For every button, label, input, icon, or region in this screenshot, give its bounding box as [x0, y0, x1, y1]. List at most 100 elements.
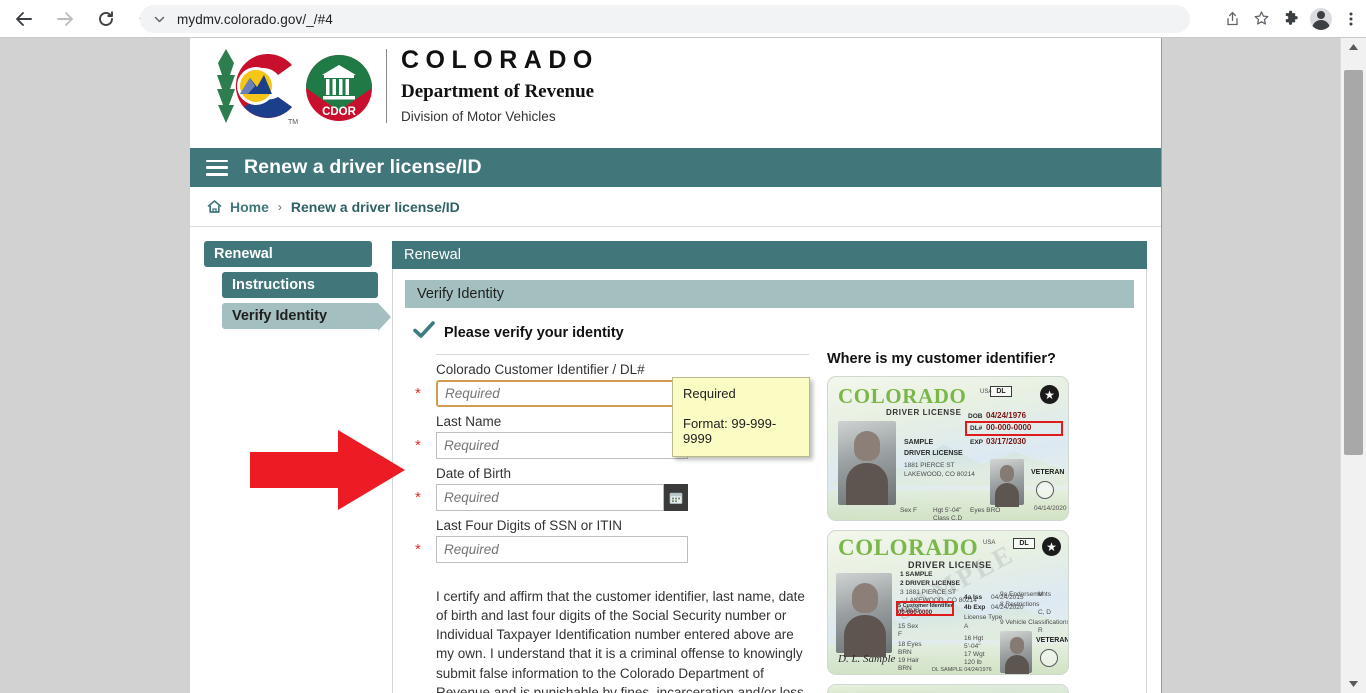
heading-rule — [436, 354, 809, 355]
required-asterisk: * — [415, 541, 421, 558]
license-type-text: DRIVER LICENSE — [908, 560, 992, 570]
license-field-17-value: 120 lb — [964, 659, 982, 666]
license-attr-class: Class C,D — [933, 515, 963, 521]
main-panel: Renewal Verify Identity Please verify yo… — [386, 241, 1161, 693]
logo-divider — [386, 49, 387, 123]
license-signature: D. L. Sample — [838, 653, 896, 665]
back-button[interactable] — [7, 2, 41, 36]
license-type-value: A — [964, 623, 969, 630]
forward-button[interactable] — [48, 2, 82, 36]
brand-state: COLORADO — [401, 46, 599, 74]
license-field-3: 3 1881 PIERCE ST — [900, 589, 956, 596]
page-scrollbar[interactable] — [1340, 38, 1366, 693]
home-icon[interactable] — [206, 198, 223, 215]
sidebar-item-instructions[interactable]: Instructions — [222, 272, 378, 298]
date-of-birth-input[interactable] — [436, 484, 664, 511]
chevron-down-icon[interactable] — [153, 13, 166, 26]
license-dob-label: DOB — [968, 413, 983, 420]
tooltip-format-text: Format: 99-999-9999 — [683, 416, 777, 446]
colorado-logo[interactable]: TM CDOR COLORADO Department of Revenue D… — [208, 45, 599, 127]
form-area: Colorado Customer Identifier / DL# * Las… — [405, 351, 1134, 693]
license-type-label: License Type — [964, 614, 1003, 621]
svg-text:CDOR: CDOR — [322, 106, 357, 118]
reload-button[interactable] — [89, 2, 123, 36]
customer-identifier-help: Where is my customer identifier? COLORAD… — [809, 351, 1134, 693]
verify-identity-heading: Please verify your identity — [413, 321, 1134, 344]
license-attr-eyes: Eyes BRO — [970, 507, 1001, 514]
license-exp-value: 03/17/2030 — [986, 437, 1027, 446]
share-icon[interactable] — [1216, 4, 1246, 34]
brand-text: COLORADO Department of Revenue Division … — [401, 45, 599, 124]
site-header: TM CDOR COLORADO Department of Revenue D… — [190, 38, 1161, 148]
certification-statement: I certify and affirm that the customer i… — [436, 589, 805, 693]
license-attr-hgt: Hgt 5'-04" — [933, 507, 962, 514]
breadcrumb-separator: › — [277, 199, 282, 214]
license-veteran-text: VETERAN — [1036, 637, 1069, 644]
license-help-heading: Where is my customer identifier? — [827, 351, 1056, 367]
license-issue-date: 04/14/2020 — [1034, 505, 1067, 512]
verify-identity-heading-label: Please verify your identity — [444, 324, 624, 341]
identity-form: Colorado Customer Identifier / DL# * Las… — [405, 351, 810, 693]
license-veteran-text: VETERAN — [1031, 469, 1065, 476]
address-bar[interactable]: mydmv.colorado.gov/_/#4 — [140, 5, 1190, 33]
validation-tooltip: Required Format: 99-999-9999 — [672, 377, 810, 457]
field-ssn-last-four: * — [415, 536, 809, 563]
ssn-last-four-input[interactable] — [436, 536, 688, 563]
customer-identifier-input[interactable] — [436, 380, 688, 407]
license-sample-image-new: COLORADO USA DL ★ DRIVER LICENSE DOB 04/… — [827, 376, 1069, 521]
calendar-icon[interactable] — [664, 484, 688, 511]
hamburger-menu-icon[interactable] — [206, 159, 228, 176]
content-row: Renewal Instructions Verify Identity Ren… — [190, 227, 1161, 693]
license-ghost-photo — [1000, 631, 1032, 674]
license-dl-number: 00-000-0000 — [986, 423, 1032, 432]
breadcrumb: Home › Renew a driver license/ID — [190, 187, 1161, 227]
license-name-line1: SAMPLE — [904, 439, 934, 446]
license-sample-image-partial — [827, 684, 1069, 693]
label-date-of-birth: Date of Birth — [436, 466, 512, 481]
browser-chrome: mydmv.colorado.gov/_/#4 — [0, 0, 1366, 37]
sidebar-item-verify-identity[interactable]: Verify Identity — [222, 303, 391, 331]
license-field-15: 15 Sex — [898, 623, 919, 630]
breadcrumb-home[interactable]: Home — [230, 199, 269, 215]
profile-avatar[interactable] — [1310, 7, 1332, 30]
scroll-down-arrow-icon[interactable] — [1341, 675, 1366, 693]
tooltip-required-text: Required — [683, 386, 736, 401]
license-field-4b-label: 4b Exp — [964, 604, 986, 611]
license-address-line2: LAKEWOOD, CO 80214 — [904, 471, 975, 478]
brand-division: Division of Motor Vehicles — [401, 109, 556, 124]
license-sample-image-old: COLORADO USA DL ★ DRIVER LICENSE SAMPLE … — [827, 530, 1069, 675]
sidebar-item-renewal[interactable]: Renewal — [204, 241, 372, 267]
license-field-8: 8 Restrictions — [1000, 601, 1040, 608]
colorado-c-logo-icon: TM — [208, 45, 300, 127]
extensions-puzzle-icon[interactable] — [1276, 4, 1306, 34]
license-doc-line: DL SAMPLE 04/24/1976 — [932, 667, 992, 673]
star-icon: ★ — [1040, 385, 1059, 404]
sidebar-nav: Renewal Instructions Verify Identity — [190, 241, 391, 693]
license-field-18: 18 Eyes — [898, 641, 922, 648]
license-name-line2: DRIVER LICENSE — [904, 450, 963, 457]
license-address-line1: 1881 PIERCE ST — [904, 462, 955, 469]
license-field-4a-label: 4a Iss — [964, 594, 983, 601]
panel-body: Verify Identity Please verify your ident… — [392, 269, 1147, 693]
scrollbar-thumb[interactable] — [1344, 70, 1363, 455]
bookmark-star-icon[interactable] — [1246, 4, 1276, 34]
license-field-2: 2 DRIVER LICENSE — [900, 580, 960, 587]
svg-text:TM: TM — [288, 119, 298, 126]
scroll-up-arrow-icon[interactable] — [1341, 38, 1366, 56]
checkmark-icon — [413, 321, 435, 344]
browser-menu-icon[interactable] — [1336, 4, 1366, 34]
page-title-bar: Renew a driver license/ID — [190, 148, 1161, 187]
license-field-17: 17 Wgt — [964, 651, 985, 658]
license-field-16: 16 Hgt — [964, 635, 984, 642]
license-type-text: DRIVER LICENSE — [886, 408, 962, 417]
last-name-input[interactable] — [436, 432, 688, 459]
license-field-9a-value: M — [1038, 591, 1044, 598]
license-field-9: 9 Vehicle Classifications — [1000, 619, 1069, 626]
page-viewport: TM CDOR COLORADO Department of Revenue D… — [0, 38, 1340, 693]
license-field-15-value: F — [898, 631, 902, 638]
license-attr-sex: Sex F — [900, 507, 917, 514]
license-field-5-value: 00-000-0000 — [898, 610, 933, 616]
license-seal-icon — [1036, 481, 1054, 499]
license-field-8-value: C, D — [1038, 609, 1051, 616]
page-title: Renew a driver license/ID — [244, 156, 482, 178]
